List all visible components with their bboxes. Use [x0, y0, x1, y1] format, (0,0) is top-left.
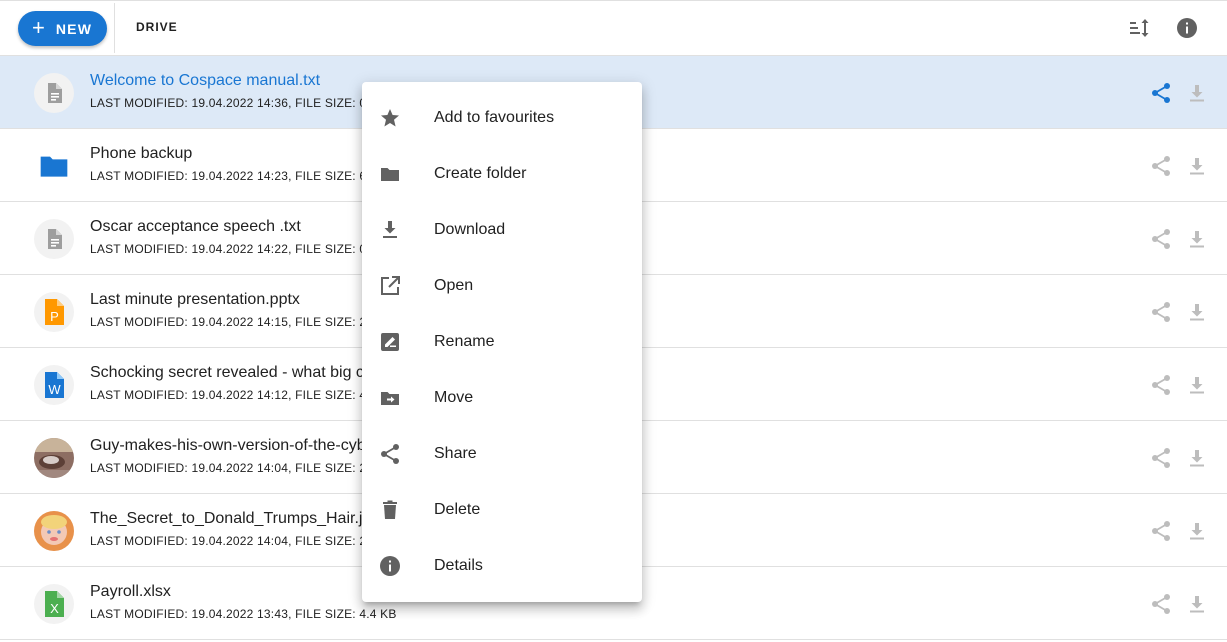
share-icon[interactable] — [1149, 373, 1173, 397]
rename-icon — [378, 330, 402, 354]
menu-item-label: Create folder — [434, 165, 527, 182]
download-icon — [378, 218, 402, 242]
svg-text:P: P — [50, 309, 59, 324]
menu-item-share[interactable]: Share — [362, 426, 642, 482]
file-name[interactable]: Phone backup — [90, 145, 192, 163]
file-name[interactable]: Welcome to Cospace manual.txt — [90, 72, 320, 90]
file-meta: LAST MODIFIED: 19.04.2022 14:12, FILE SI… — [90, 388, 367, 402]
share-icon[interactable] — [1149, 300, 1173, 324]
download-icon[interactable] — [1185, 300, 1209, 324]
text-file-icon — [34, 73, 74, 113]
toolbar-divider — [114, 3, 115, 53]
file-name[interactable]: Guy-makes-his-own-version-of-the-cybe — [90, 437, 375, 455]
download-icon[interactable] — [1185, 446, 1209, 470]
sort-icon[interactable] — [1127, 16, 1151, 40]
open-in-new-icon — [378, 274, 402, 298]
text-file-icon — [34, 219, 74, 259]
context-menu: Add to favourites Create folder Download… — [362, 82, 642, 602]
file-meta: LAST MODIFIED: 19.04.2022 14:15, FILE SI… — [90, 315, 367, 329]
menu-item-details[interactable]: Details — [362, 538, 642, 594]
svg-text:W: W — [48, 382, 61, 397]
menu-item-label: Download — [434, 221, 506, 238]
share-icon[interactable] — [1149, 81, 1173, 105]
info-icon[interactable] — [1175, 16, 1199, 40]
word-file-icon: W — [34, 365, 74, 405]
download-icon[interactable] — [1185, 592, 1209, 616]
share-icon[interactable] — [1149, 592, 1173, 616]
breadcrumb-drive[interactable]: DRIVE — [136, 20, 178, 34]
menu-item-label: Move — [434, 389, 474, 406]
menu-item-label: Rename — [434, 333, 495, 350]
share-icon — [378, 442, 402, 466]
new-button-label: NEW — [55, 20, 93, 37]
file-name[interactable]: The_Secret_to_Donald_Trumps_Hair.jp — [90, 510, 371, 528]
file-meta: LAST MODIFIED: 19.04.2022 14:22, FILE SI… — [90, 242, 367, 256]
svg-text:X: X — [50, 601, 59, 616]
move-folder-icon — [378, 386, 402, 410]
image-thumbnail — [34, 511, 74, 551]
plus-icon: + — [32, 14, 45, 40]
menu-item-label: Open — [434, 277, 474, 294]
powerpoint-file-icon: P — [34, 292, 74, 332]
download-icon[interactable] — [1185, 227, 1209, 251]
menu-item-label: Delete — [434, 501, 481, 518]
download-icon[interactable] — [1185, 373, 1209, 397]
download-icon[interactable] — [1185, 81, 1209, 105]
menu-item-add-to-favourites[interactable]: Add to favourites — [362, 90, 642, 146]
folder-icon — [34, 146, 74, 186]
file-meta: LAST MODIFIED: 19.04.2022 14:36, FILE SI… — [90, 96, 367, 110]
menu-item-label: Details — [434, 557, 483, 574]
menu-item-open[interactable]: Open — [362, 258, 642, 314]
excel-file-icon: X — [34, 584, 74, 624]
menu-item-rename[interactable]: Rename — [362, 314, 642, 370]
share-icon[interactable] — [1149, 446, 1173, 470]
file-name[interactable]: Last minute presentation.pptx — [90, 291, 300, 309]
file-meta: LAST MODIFIED: 19.04.2022 14:04, FILE SI… — [90, 461, 367, 475]
toolbar: + NEW DRIVE — [0, 0, 1227, 56]
download-icon[interactable] — [1185, 154, 1209, 178]
menu-item-create-folder[interactable]: Create folder — [362, 146, 642, 202]
menu-item-move[interactable]: Move — [362, 370, 642, 426]
file-name[interactable]: Payroll.xlsx — [90, 583, 171, 601]
share-icon[interactable] — [1149, 519, 1173, 543]
info-icon — [378, 554, 402, 578]
menu-item-delete[interactable]: Delete — [362, 482, 642, 538]
share-icon[interactable] — [1149, 154, 1173, 178]
file-name[interactable]: Oscar acceptance speech .txt — [90, 218, 301, 236]
delete-icon — [378, 498, 402, 522]
download-icon[interactable] — [1185, 519, 1209, 543]
menu-item-label: Add to favourites — [434, 109, 555, 126]
star-icon — [378, 106, 402, 130]
folder-icon — [378, 162, 402, 186]
file-meta: LAST MODIFIED: 19.04.2022 14:04, FILE SI… — [90, 534, 367, 548]
menu-item-label: Share — [434, 445, 477, 462]
new-button[interactable]: + NEW — [18, 11, 107, 46]
file-meta: LAST MODIFIED: 19.04.2022 13:43, FILE SI… — [90, 607, 397, 621]
file-meta: LAST MODIFIED: 19.04.2022 14:23, FILE SI… — [90, 169, 367, 183]
share-icon[interactable] — [1149, 227, 1173, 251]
image-thumbnail — [34, 438, 74, 478]
file-name[interactable]: Schocking secret revealed - what big c — [90, 364, 364, 382]
menu-item-download[interactable]: Download — [362, 202, 642, 258]
